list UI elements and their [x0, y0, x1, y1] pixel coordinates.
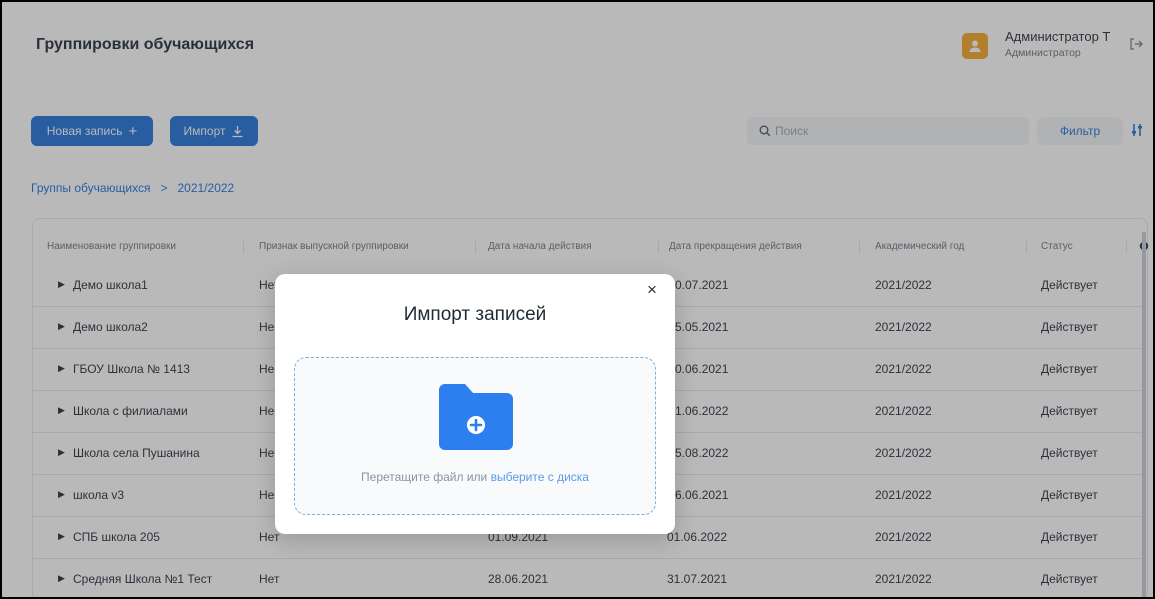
import-modal: × Импорт записей Перетащите файл или выб…	[275, 274, 675, 534]
close-icon[interactable]: ×	[644, 281, 660, 298]
choose-file-link[interactable]: выберите с диска	[491, 470, 589, 484]
dropzone-text: Перетащите файл или выберите с диска	[295, 470, 655, 484]
file-dropzone[interactable]: Перетащите файл или выберите с диска	[294, 357, 656, 515]
app-window: Группировки обучающихся Администратор Т …	[0, 0, 1155, 599]
modal-title: Импорт записей	[403, 304, 547, 325]
folder-plus-icon	[439, 384, 513, 450]
dropzone-hint: Перетащите файл или	[361, 470, 488, 484]
